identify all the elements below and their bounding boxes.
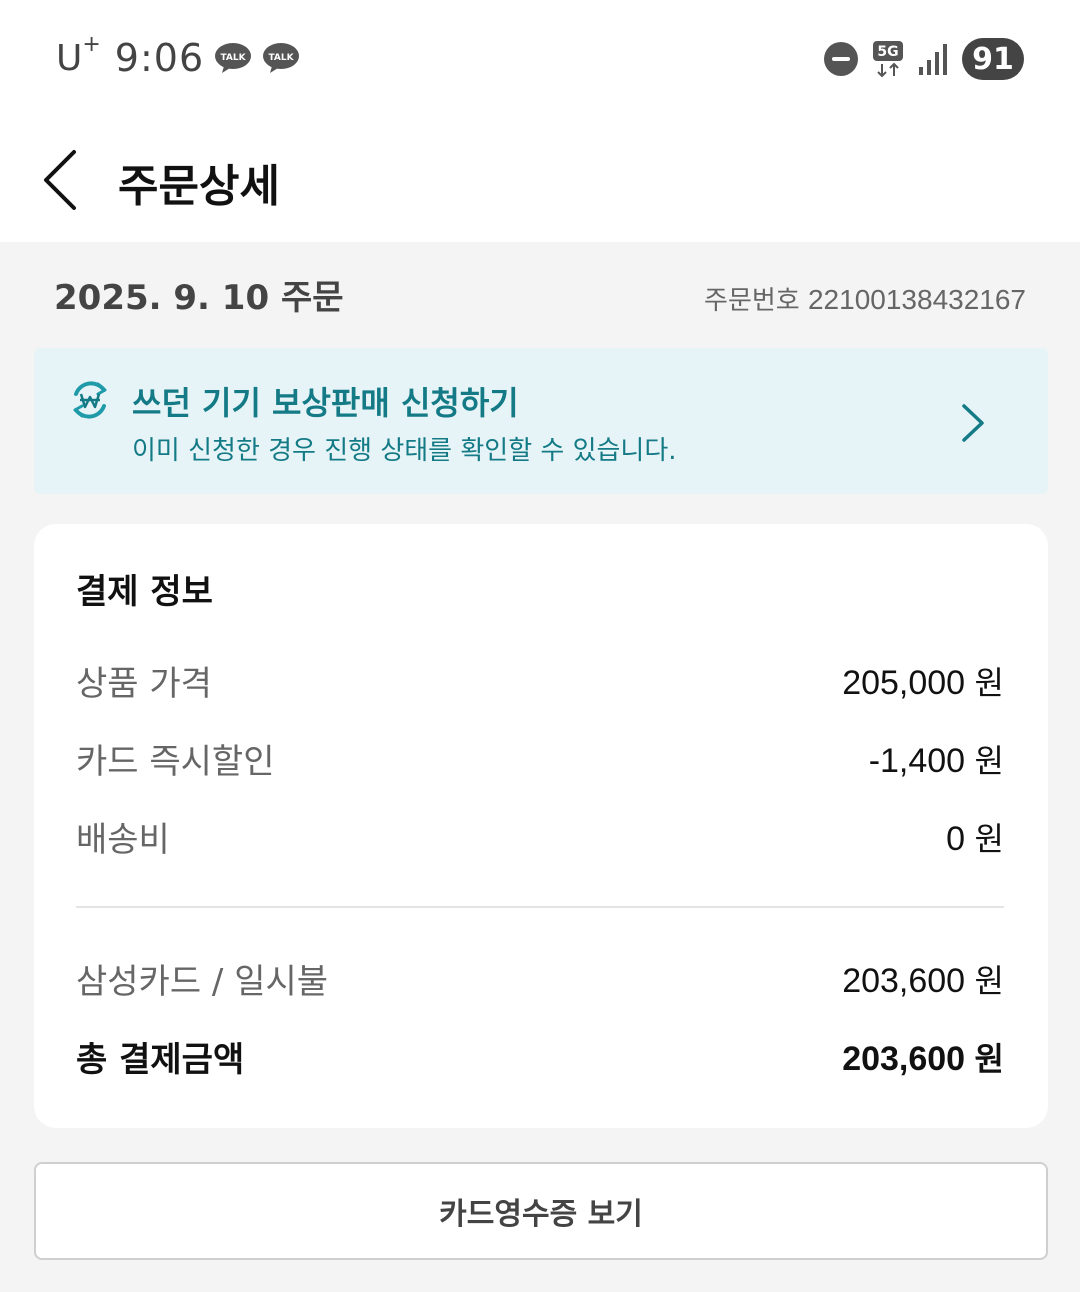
signal-icon — [919, 44, 947, 75]
row-value: -1,400 원 — [868, 741, 1004, 780]
status-bar: U+ 9:06 TALK TALK 5G 91 — [0, 0, 1080, 120]
row-value: 0 원 — [946, 819, 1004, 858]
payment-row-shipping: 배송비 0 원 — [76, 812, 1004, 861]
banner-title: 쓰던 기기 보상판매 신청하기 — [132, 384, 519, 422]
page-title: 주문상세 — [118, 161, 280, 212]
order-number-value: 22100138432167 — [807, 284, 1026, 315]
total-label: 총 결제금액 — [76, 1040, 245, 1080]
payment-info-title: 결제 정보 — [76, 572, 213, 612]
network-label: 5G — [877, 44, 898, 60]
back-arrow-icon[interactable] — [36, 148, 88, 212]
banner-subtitle: 이미 신청한 경우 진행 상태를 확인할 수 있습니다. — [132, 436, 677, 466]
order-number-label: 주문번호 — [704, 286, 800, 316]
kakaotalk-icon: TALK — [263, 43, 300, 73]
do-not-disturb-icon — [824, 42, 858, 76]
divider — [76, 906, 1004, 908]
row-label: 카드 즉시할인 — [76, 742, 275, 782]
trade-in-won-icon — [73, 381, 107, 419]
payment-method-value: 203,600 원 — [842, 961, 1004, 1000]
talk-icon-label: TALK — [269, 53, 295, 63]
payment-row-card-discount: 카드 즉시할인 -1,400 원 — [76, 734, 1004, 783]
payment-method-label: 삼성카드 / 일시불 — [76, 962, 329, 1002]
total-value: 203,600 원 — [842, 1039, 1004, 1078]
payment-row-method: 삼성카드 / 일시불 203,600 원 — [76, 954, 1004, 1003]
payment-row-total: 총 결제금액 203,600 원 — [76, 1032, 1004, 1081]
app-header: 주문상세 — [0, 120, 1080, 242]
view-card-receipt-button[interactable]: 카드영수증 보기 — [34, 1162, 1048, 1260]
network-5g-icon: 5G — [873, 41, 903, 78]
order-number: 주문번호 22100138432167 — [704, 280, 1026, 317]
payment-info-card: 결제 정보 상품 가격 205,000 원 카드 즉시할인 -1,400 원 배… — [34, 524, 1048, 1128]
chevron-right-icon — [962, 404, 984, 442]
talk-icon-label: TALK — [221, 53, 247, 63]
row-value: 205,000 원 — [842, 663, 1004, 702]
order-date: 2025. 9. 10 주문 — [54, 278, 344, 318]
row-label: 상품 가격 — [76, 664, 212, 704]
status-time: 9:06 — [114, 36, 205, 80]
trade-in-banner[interactable]: 쓰던 기기 보상판매 신청하기 이미 신청한 경우 진행 상태를 확인할 수 있… — [34, 348, 1048, 494]
row-label: 배송비 — [76, 820, 170, 860]
status-right: 5G 91 — [824, 38, 1024, 80]
battery-indicator: 91 — [962, 38, 1024, 80]
status-left: U+ 9:06 TALK TALK — [56, 31, 300, 80]
carrier-label: U+ — [56, 31, 101, 79]
kakaotalk-icon: TALK — [215, 43, 252, 73]
payment-row-product-price: 상품 가격 205,000 원 — [76, 656, 1004, 705]
